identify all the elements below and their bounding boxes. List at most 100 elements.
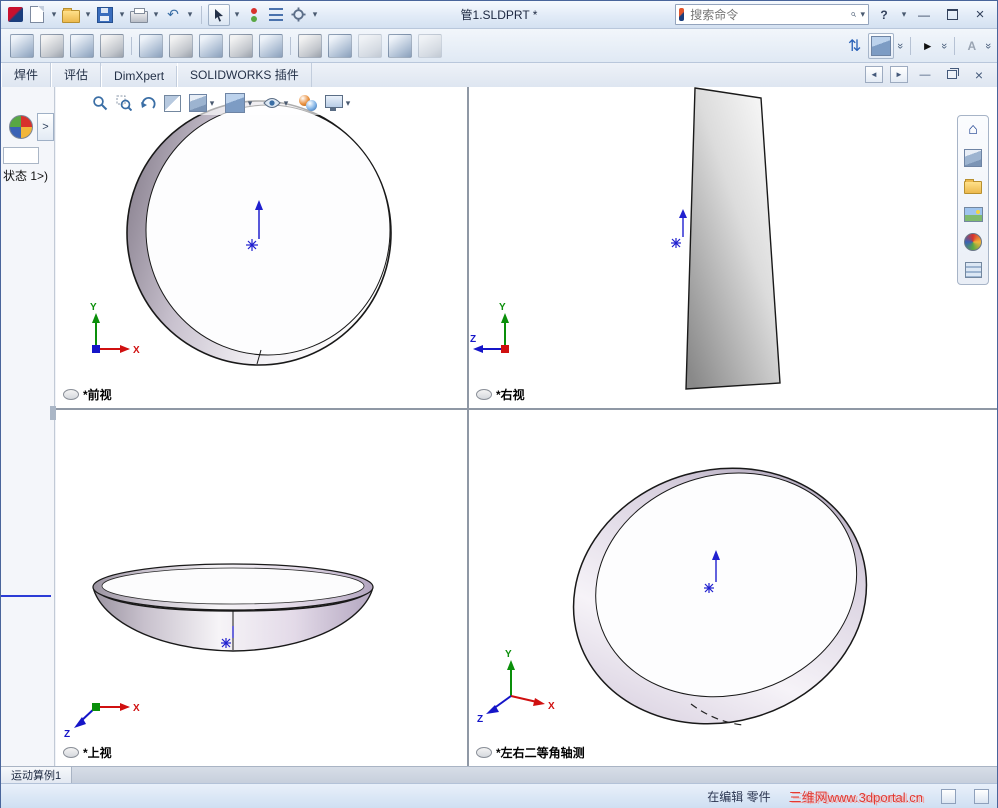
feature-manager-filter-box[interactable] [3,147,39,164]
play-expand-icon[interactable]: » [938,42,950,48]
appearance-balls-icon [299,95,317,111]
view-cube-icon [870,35,891,56]
shell-tool-icon[interactable] [229,33,253,58]
pane-nav-left-button[interactable]: ◄ [865,66,883,83]
doc-minimize-button[interactable]: — [915,67,935,82]
options-gear-button[interactable] [288,5,308,25]
tab-weldments[interactable]: 焊件 [1,63,52,87]
task-pane-toolbar: ⌂ [957,115,989,285]
display-style-button[interactable]: ▾ [225,93,255,113]
top-view-canvas[interactable]: X Z [56,410,467,766]
file-explorer-button[interactable] [961,175,985,197]
toolbar-separator [131,36,132,55]
select-cursor-button[interactable] [208,3,230,26]
print-dropdown-icon[interactable]: ▾ [151,9,161,20]
motion-study-tab[interactable]: 运动算例1 [1,767,73,783]
select-dropdown-icon[interactable]: ▾ [232,9,242,20]
undo-dropdown-icon[interactable]: ▾ [185,9,195,20]
viewport-top[interactable]: X Z *上视 [56,410,467,766]
view-palette-button[interactable] [961,203,985,225]
revolve-tool-icon[interactable] [40,33,64,58]
viewport-grid: Y X *前视 Y Z *右视 X Z *上视 Y X Z *左右二等角轴测 [56,87,997,766]
dropdown-icon[interactable]: ▾ [245,98,255,109]
expand-panel-button[interactable]: > [37,113,54,141]
front-view-canvas[interactable]: Y X [56,87,467,408]
isometric-view-canvas[interactable]: Y X Z [469,410,997,766]
play-button[interactable]: ► [918,36,938,56]
status-icon-1[interactable] [941,788,956,804]
new-dropdown-icon[interactable]: ▾ [49,9,59,20]
previous-view-button[interactable] [140,96,156,110]
rebuild-toggle-icon[interactable] [244,5,264,25]
print-button[interactable] [129,5,149,25]
hide-show-items-button[interactable]: ▾ [263,97,291,109]
design-library-button[interactable] [961,147,985,169]
annotation-expand-icon[interactable]: » [982,42,994,48]
doc-close-button[interactable]: × [969,67,989,83]
maximize-button[interactable] [939,6,965,24]
tab-evaluate[interactable]: 评估 [51,63,102,87]
zoom-fit-button[interactable] [92,95,108,111]
tab-dimxpert[interactable]: DimXpert [101,66,178,87]
custom-properties-button[interactable] [961,259,985,281]
undo-button[interactable]: ↶ [163,5,183,25]
open-button[interactable] [61,5,81,25]
fillet-tool-icon[interactable] [139,33,163,58]
orientation-arrows-icon[interactable]: ⇅ [845,36,865,56]
right-view-canvas[interactable]: Y Z [469,87,997,408]
status-icon-2[interactable] [974,788,989,804]
sweep-tool-icon[interactable] [70,33,94,58]
reference-geometry-tool-icon[interactable] [328,33,352,58]
command-search-box[interactable]: ▾ [675,4,869,25]
close-button[interactable]: × [967,6,993,24]
right-axis-triad: Y Z [470,302,509,353]
band-inner-opening [101,567,365,605]
monitor-icon [325,95,343,111]
zoom-area-button[interactable] [116,95,132,111]
viewport-front[interactable]: Y X *前视 [56,87,467,408]
help-dropdown-icon[interactable]: ▾ [899,9,909,20]
save-button[interactable] [95,5,115,25]
eye-icon [263,98,281,108]
magnifier-icon [93,96,108,111]
annotation-button: A [967,38,977,53]
appearances-scenes-button[interactable] [961,231,985,253]
save-dropdown-icon[interactable]: ▾ [117,9,127,20]
front-view-label: *前视 [63,386,112,403]
chamfer-tool-icon[interactable] [169,33,193,58]
mirror-tool-icon[interactable] [298,33,322,58]
home-button[interactable]: ⌂ [961,119,985,141]
task-list-button[interactable] [266,5,286,25]
motion-study-bar: 运动算例1 [1,766,997,784]
search-scope-dropdown-icon[interactable]: ▾ [860,9,865,20]
view-selector-expand-icon[interactable]: » [894,42,906,48]
open-dropdown-icon[interactable]: ▾ [83,9,93,20]
configuration-pie-icon[interactable] [9,115,33,139]
help-button[interactable]: ? [871,6,897,24]
tab-solidworks-addins[interactable]: SOLIDWORKS 插件 [177,63,312,87]
instant3d-tool-icon[interactable] [388,33,412,58]
options-dropdown-icon[interactable]: ▾ [310,9,320,20]
section-view-button[interactable] [164,94,181,112]
minimize-button[interactable]: — [911,6,937,24]
rib-tool-icon[interactable] [199,33,223,58]
dropdown-icon[interactable]: ▾ [207,98,217,109]
dropdown-icon[interactable]: ▾ [281,98,291,109]
search-magnifier-icon[interactable] [851,8,857,21]
search-input[interactable] [688,6,848,23]
loft-tool-icon[interactable] [100,33,124,58]
pane-nav-right-button[interactable]: ► [890,66,908,83]
view-settings-button[interactable]: ▾ [325,95,353,111]
extrude-tool-icon[interactable] [10,33,34,58]
viewport-isometric[interactable]: Y X Z *左右二等角轴测 [469,410,997,766]
watermark-text: 三维网www.3dportal.cn [788,789,923,805]
view-orientation-button[interactable]: ▾ [189,94,217,112]
pattern-tool-icon[interactable] [259,33,283,58]
viewport-right[interactable]: Y Z *右视 [469,87,997,408]
new-document-button[interactable] [27,5,47,25]
doc-restore-button[interactable] [942,67,962,82]
view-lock-icon [476,747,492,758]
view-selector-button[interactable] [867,32,894,59]
dropdown-icon[interactable]: ▾ [343,98,353,109]
edit-appearance-button[interactable] [299,95,317,111]
